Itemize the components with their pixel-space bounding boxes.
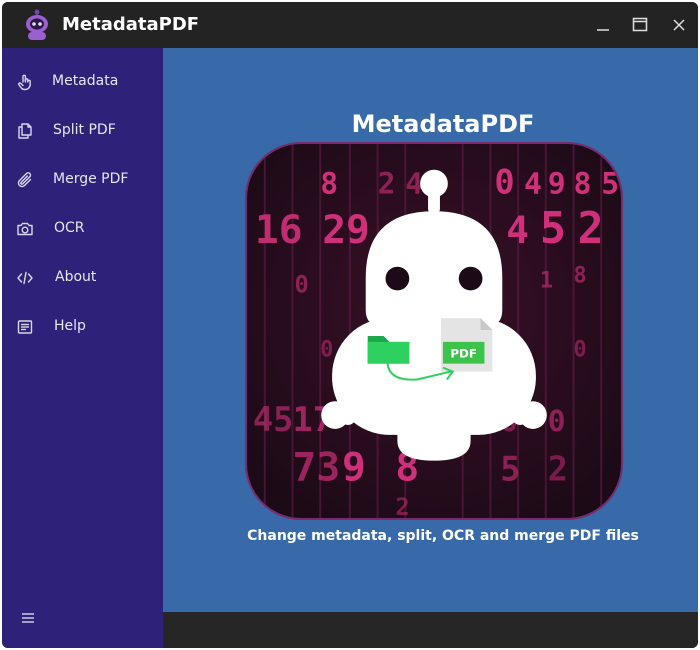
svg-text:2: 2 xyxy=(378,165,396,200)
bottom-bar xyxy=(163,612,698,648)
svg-text:2: 2 xyxy=(395,493,409,518)
svg-text:4: 4 xyxy=(506,208,529,252)
sidebar: Metadata Split PDF Merge PDF OCR About H… xyxy=(2,48,163,648)
sidebar-item-label: Split PDF xyxy=(53,122,116,138)
sidebar-item-help[interactable]: Help xyxy=(2,307,163,347)
window-title: MetadataPDF xyxy=(62,14,200,35)
svg-text:5: 5 xyxy=(540,204,566,254)
sidebar-item-ocr[interactable]: OCR xyxy=(2,209,163,249)
paperclip-icon xyxy=(16,171,34,189)
svg-text:8: 8 xyxy=(574,264,587,289)
sidebar-item-metadata[interactable]: Metadata xyxy=(2,62,163,102)
app-window: MetadataPDF Metadata Split PDF Merge PDF… xyxy=(2,2,698,648)
svg-text:5: 5 xyxy=(601,165,619,200)
svg-text:73: 73 xyxy=(293,444,341,490)
svg-text:0: 0 xyxy=(574,338,587,363)
svg-text:45: 45 xyxy=(253,400,294,439)
hero-title: MetadataPDF xyxy=(351,110,535,138)
minimize-button[interactable] xyxy=(592,14,614,36)
svg-text:8: 8 xyxy=(574,165,592,200)
sidebar-item-merge-pdf[interactable]: Merge PDF xyxy=(2,160,163,200)
svg-text:9: 9 xyxy=(342,444,366,490)
svg-text:29: 29 xyxy=(322,207,370,253)
code-icon xyxy=(16,269,34,287)
maximize-button[interactable] xyxy=(629,14,651,36)
sidebar-item-label: Merge PDF xyxy=(53,171,129,187)
sidebar-item-split-pdf[interactable]: Split PDF xyxy=(2,111,163,151)
svg-text:0: 0 xyxy=(320,338,333,363)
title-bar: MetadataPDF xyxy=(2,2,698,48)
sidebar-item-label: About xyxy=(55,269,97,285)
svg-text:0: 0 xyxy=(294,270,308,298)
camera-icon xyxy=(16,220,34,238)
close-button[interactable] xyxy=(668,14,690,36)
document-icon xyxy=(16,318,34,336)
svg-text:2: 2 xyxy=(577,204,603,254)
svg-text:8: 8 xyxy=(320,165,338,200)
svg-text:2: 2 xyxy=(548,449,568,488)
main-content: MetadataPDF 8 2 4 0 4 9 8 5 16 29 4 5 2 … xyxy=(163,48,698,612)
tagline: Change metadata, split, OCR and merge PD… xyxy=(247,528,639,544)
sidebar-item-label: Metadata xyxy=(52,73,119,89)
touch-icon xyxy=(16,73,34,91)
sidebar-item-label: Help xyxy=(54,318,86,334)
sidebar-item-about[interactable]: About xyxy=(2,258,163,298)
svg-text:9: 9 xyxy=(548,165,566,200)
sidebar-item-label: OCR xyxy=(54,220,85,236)
hamburger-menu-icon[interactable] xyxy=(20,610,36,626)
svg-text:1: 1 xyxy=(540,268,553,293)
svg-text:4: 4 xyxy=(524,165,542,200)
robot-logo-image: 8 2 4 0 4 9 8 5 16 29 4 5 2 0 1 8 0 0 45… xyxy=(245,142,623,520)
svg-text:0: 0 xyxy=(494,162,514,201)
svg-text:16: 16 xyxy=(255,207,303,253)
svg-text:5: 5 xyxy=(500,449,520,488)
robot-app-icon xyxy=(22,9,52,41)
svg-text:0: 0 xyxy=(548,403,566,438)
copy-icon xyxy=(16,122,34,140)
pdf-badge-label: PDF xyxy=(450,347,477,361)
